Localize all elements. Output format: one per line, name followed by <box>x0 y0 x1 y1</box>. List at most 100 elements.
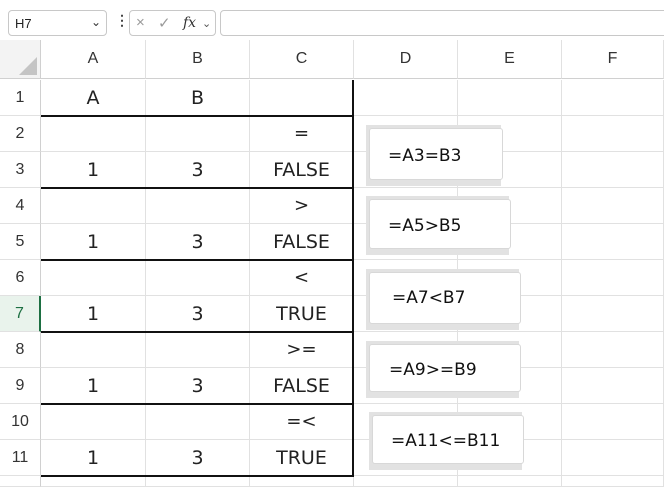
callout-text: =A3=B3 <box>388 146 462 166</box>
cell-b5[interactable]: 3 <box>146 224 250 260</box>
enter-icon[interactable]: ✓ <box>158 14 171 32</box>
cell-a11[interactable]: 1 <box>41 440 146 476</box>
cell-a6[interactable] <box>41 260 146 296</box>
cell-f11[interactable] <box>562 440 664 476</box>
callout-text: =A9>=B9 <box>389 360 477 380</box>
cell-a7[interactable]: 1 <box>41 296 146 332</box>
cell-f5[interactable] <box>562 224 664 260</box>
cell-f1[interactable] <box>562 80 664 116</box>
cell-c6[interactable]: < <box>250 260 354 296</box>
cell-b11[interactable]: 3 <box>146 440 250 476</box>
more-options-icon[interactable]: ⋮ <box>115 13 129 27</box>
cell-b7[interactable]: 3 <box>146 296 250 332</box>
column-header-d[interactable]: D <box>354 40 458 79</box>
table-border <box>41 259 354 261</box>
cell-a5[interactable]: 1 <box>41 224 146 260</box>
cell-a2[interactable] <box>41 116 146 152</box>
callout-text: =A7<B7 <box>392 288 466 308</box>
cell-b3[interactable]: 3 <box>146 152 250 188</box>
cell-c10[interactable]: =< <box>250 404 354 440</box>
cell-b12[interactable] <box>146 476 250 487</box>
cell-b10[interactable] <box>146 404 250 440</box>
table-border <box>41 403 354 405</box>
callout-text: =A5>B5 <box>388 216 462 236</box>
cell-a3[interactable]: 1 <box>41 152 146 188</box>
cell-c7[interactable]: TRUE <box>250 296 354 332</box>
table-border <box>41 475 354 477</box>
cell-e12[interactable] <box>458 476 562 487</box>
cell-c4[interactable]: > <box>250 188 354 224</box>
cell-f12[interactable] <box>562 476 664 487</box>
select-all-button[interactable] <box>0 40 41 79</box>
cell-c12[interactable] <box>250 476 354 487</box>
cell-b4[interactable] <box>146 188 250 224</box>
row-header-8[interactable]: 8 <box>0 332 41 368</box>
cell-f6[interactable] <box>562 260 664 296</box>
cell-c8[interactable]: >= <box>250 332 354 368</box>
cell-a12[interactable] <box>41 476 146 487</box>
cell-a9[interactable]: 1 <box>41 368 146 404</box>
cell-c1[interactable] <box>250 80 354 116</box>
cell-b9[interactable]: 3 <box>146 368 250 404</box>
name-box[interactable]: H7 ⌄ <box>8 10 107 36</box>
cell-b8[interactable] <box>146 332 250 368</box>
row-header-11[interactable]: 11 <box>0 440 41 476</box>
cell-c9[interactable]: FALSE <box>250 368 354 404</box>
table-border <box>41 331 354 333</box>
formula-callout: =A5>B5 <box>366 196 511 255</box>
formula-callout: =A7<B7 <box>366 269 521 330</box>
column-header-c[interactable]: C <box>250 40 354 79</box>
insert-function-icon[interactable]: fx <box>183 15 196 31</box>
table-border <box>41 115 354 117</box>
formula-callout: =A11<=B11 <box>369 412 524 470</box>
cell-c2[interactable]: = <box>250 116 354 152</box>
chevron-down-icon[interactable]: ⌄ <box>202 17 211 30</box>
spreadsheet-grid: A B C D E F 1 2 3 4 5 6 7 8 9 10 11 A B … <box>0 40 664 487</box>
column-header-e[interactable]: E <box>458 40 562 79</box>
cell-f7[interactable] <box>562 296 664 332</box>
row-header-7[interactable]: 7 <box>0 296 41 332</box>
cell-f2[interactable] <box>562 116 664 152</box>
table-border <box>352 80 354 477</box>
callout-text: =A11<=B11 <box>391 431 501 451</box>
chevron-down-icon[interactable]: ⌄ <box>91 15 101 29</box>
row-header-3[interactable]: 3 <box>0 152 41 188</box>
cell-f4[interactable] <box>562 188 664 224</box>
formula-callout: =A3=B3 <box>366 125 503 186</box>
cell-b6[interactable] <box>146 260 250 296</box>
row-header-5[interactable]: 5 <box>0 224 41 260</box>
formula-input[interactable] <box>220 10 664 36</box>
cell-f9[interactable] <box>562 368 664 404</box>
cell-f10[interactable] <box>562 404 664 440</box>
cancel-icon[interactable]: × <box>136 14 145 31</box>
cell-f3[interactable] <box>562 152 664 188</box>
cell-d1[interactable] <box>354 80 458 116</box>
name-box-value: H7 <box>15 16 32 31</box>
cell-e1[interactable] <box>458 80 562 116</box>
select-all-icon <box>19 57 37 75</box>
cell-a4[interactable] <box>41 188 146 224</box>
cell-c5[interactable]: FALSE <box>250 224 354 260</box>
row-header-1[interactable]: 1 <box>0 80 41 116</box>
column-header-a[interactable]: A <box>41 40 146 79</box>
row-header-6[interactable]: 6 <box>0 260 41 296</box>
row-header-2[interactable]: 2 <box>0 116 41 152</box>
row-header-9[interactable]: 9 <box>0 368 41 404</box>
cell-b2[interactable] <box>146 116 250 152</box>
formula-callout: =A9>=B9 <box>366 341 521 398</box>
cell-c11[interactable]: TRUE <box>250 440 354 476</box>
cell-f8[interactable] <box>562 332 664 368</box>
column-header-b[interactable]: B <box>146 40 250 79</box>
cell-a1[interactable]: A <box>41 80 146 116</box>
column-header-f[interactable]: F <box>562 40 664 79</box>
cell-a10[interactable] <box>41 404 146 440</box>
table-border <box>41 187 354 189</box>
cell-c3[interactable]: FALSE <box>250 152 354 188</box>
cell-b1[interactable]: B <box>146 80 250 116</box>
row-header-10[interactable]: 10 <box>0 404 41 440</box>
row-header-4[interactable]: 4 <box>0 188 41 224</box>
cell-a8[interactable] <box>41 332 146 368</box>
row-header-12[interactable] <box>0 476 41 487</box>
cell-d12[interactable] <box>354 476 458 487</box>
formula-buttons: × ✓ fx ⌄ <box>129 10 216 36</box>
